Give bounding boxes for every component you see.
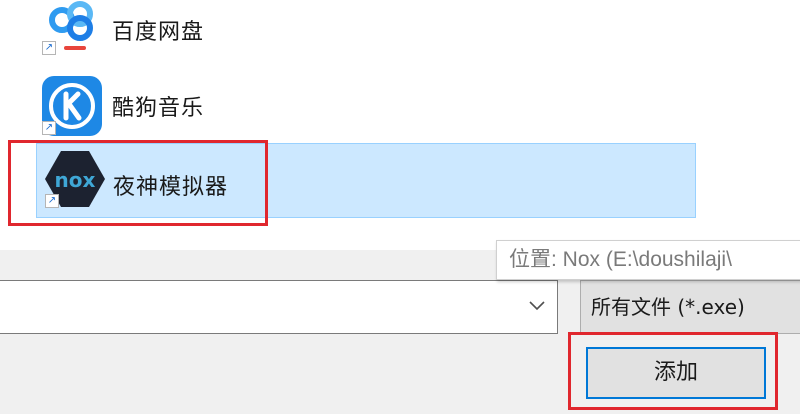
- file-item-kugou-music[interactable]: ↗ 酷狗音乐: [36, 68, 696, 143]
- filename-input[interactable]: [0, 280, 558, 334]
- file-label-baidu-netdisk: 百度网盘: [112, 20, 205, 45]
- file-list: ↗ 百度网盘 ↗ 酷狗音乐 nox ↗ 夜神模拟器: [0, 0, 800, 240]
- file-type-select[interactable]: 所有文件 (*.exe): [580, 280, 800, 334]
- highlight-box-add-button: [568, 332, 778, 410]
- location-tooltip: 位置: Nox (E:\doushilaji\: [496, 240, 800, 280]
- file-label-kugou-music: 酷狗音乐: [112, 96, 205, 121]
- chevron-down-icon[interactable]: [527, 295, 547, 315]
- baidu-netdisk-icon: ↗: [40, 0, 104, 58]
- shortcut-arrow-icon: ↗: [42, 121, 56, 135]
- kugou-music-icon: ↗: [40, 74, 104, 138]
- highlight-box-nox-item: [8, 140, 268, 226]
- shortcut-arrow-icon: ↗: [42, 41, 56, 55]
- file-item-baidu-netdisk[interactable]: ↗ 百度网盘: [36, 0, 696, 65]
